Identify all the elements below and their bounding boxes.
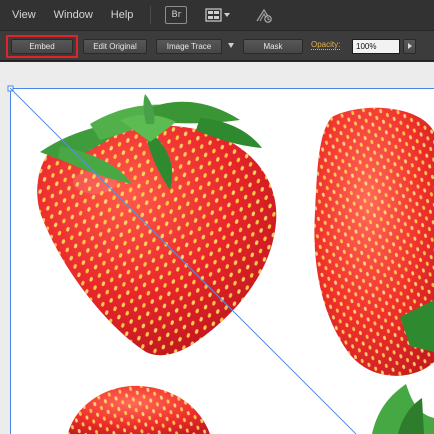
control-bar: Embed Edit Original Image Trace Mask Opa… xyxy=(0,30,434,61)
opacity-input[interactable]: 100% xyxy=(352,39,400,54)
workspace-grid-icon[interactable] xyxy=(205,8,231,22)
opacity-arrow-icon[interactable] xyxy=(403,39,416,54)
image-trace-dropdown-icon[interactable] xyxy=(228,43,234,48)
opacity-label[interactable]: Opacity: xyxy=(311,40,340,49)
bridge-button[interactable]: Br xyxy=(165,6,188,24)
placed-image[interactable] xyxy=(0,62,434,434)
gpu-performance-icon[interactable] xyxy=(255,7,273,23)
mask-button[interactable]: Mask xyxy=(243,39,303,54)
embed-button[interactable]: Embed xyxy=(11,39,73,54)
edit-original-button[interactable]: Edit Original xyxy=(83,39,147,54)
menu-separator xyxy=(150,6,152,24)
menu-window[interactable]: Window xyxy=(45,0,102,30)
menu-bar: View Window Help Br xyxy=(0,0,434,30)
menu-help[interactable]: Help xyxy=(102,0,143,30)
artboard-canvas[interactable] xyxy=(0,62,434,434)
menu-view[interactable]: View xyxy=(0,0,45,30)
image-trace-button[interactable]: Image Trace xyxy=(156,39,222,54)
